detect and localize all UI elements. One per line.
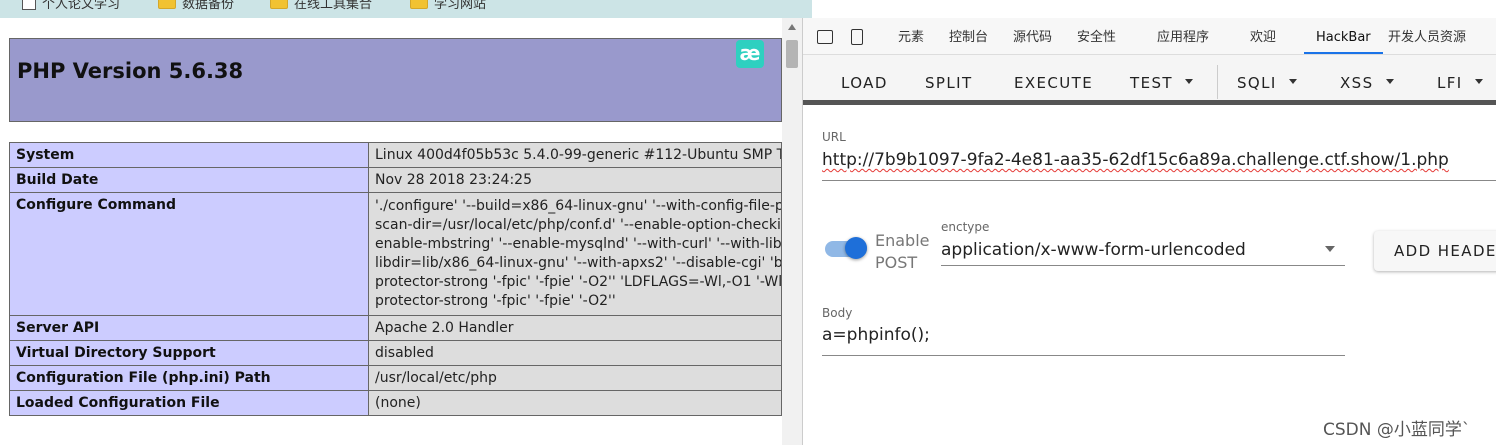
table-row: System Linux 400d4f05b53c 5.4.0-99-gener… bbox=[9, 142, 782, 168]
xss-label: XSS bbox=[1340, 74, 1374, 92]
device-toolbar-icon[interactable] bbox=[851, 29, 863, 45]
configure-line: protector-strong '-fpic' '-fpie' '-O2'' … bbox=[375, 274, 781, 290]
table-row: Build Date Nov 28 2018 23:24:25 bbox=[9, 167, 782, 193]
select-arrow-icon[interactable] bbox=[1325, 246, 1335, 252]
tab-developer-resources[interactable]: 开发人员资源 bbox=[1388, 18, 1466, 54]
enctype-label: enctype bbox=[941, 220, 990, 234]
configure-line: libdir=lib/x86_64-linux-gnu' '--with-apx… bbox=[375, 255, 781, 271]
devtools-panel: 元素 控制台 源代码 安全性 应用程序 欢迎 HackBar 开发人员资源 LO… bbox=[802, 18, 1496, 445]
body-text: a=phpinfo(); bbox=[822, 325, 930, 345]
enctype-underline bbox=[941, 265, 1345, 266]
bookmark-folder[interactable]: 学习网站 bbox=[410, 0, 486, 12]
page-scrollbar[interactable] bbox=[782, 18, 802, 445]
configure-line: protector-strong '-fpic' '-fpie' '-O2'' bbox=[375, 293, 616, 309]
table-row: Configure Command './configure' '--build… bbox=[9, 192, 782, 316]
row-key: Virtual Directory Support bbox=[9, 340, 369, 366]
enable-post-toggle[interactable] bbox=[825, 237, 867, 259]
add-header-button[interactable]: ADD HEADER bbox=[1374, 231, 1496, 271]
body-label: Body bbox=[822, 306, 853, 320]
row-value: Linux 400d4f05b53c 5.4.0-99-generic #112… bbox=[368, 142, 782, 168]
scroll-up-arrow-icon[interactable] bbox=[788, 24, 796, 30]
table-row: Virtual Directory Support disabled bbox=[9, 340, 782, 366]
test-dropdown[interactable]: TEST bbox=[1130, 74, 1193, 92]
table-row: Loaded Configuration File (none) bbox=[9, 390, 782, 416]
xss-dropdown[interactable]: XSS bbox=[1340, 74, 1394, 92]
phpinfo-page: PHP Version 5.6.38 æ System Linux 400d4f… bbox=[0, 18, 782, 445]
row-value: Nov 28 2018 23:24:25 bbox=[368, 167, 782, 193]
folder-icon bbox=[410, 0, 428, 9]
devtools-tabbar: 元素 控制台 源代码 安全性 应用程序 欢迎 HackBar 开发人员资源 bbox=[803, 18, 1496, 55]
split-button[interactable]: SPLIT bbox=[925, 74, 973, 92]
tab-security[interactable]: 安全性 bbox=[1077, 18, 1116, 54]
configure-line: enable-mbstring' '--enable-mysqlnd' '--w… bbox=[375, 236, 782, 252]
folder-icon bbox=[158, 0, 176, 9]
caret-down-icon bbox=[1385, 79, 1394, 84]
table-row: Configuration File (php.ini) Path /usr/l… bbox=[9, 365, 782, 391]
bookmark-folder[interactable]: 数据备份 bbox=[158, 0, 234, 12]
bookmarks-bar: 个人论文学习 数据备份 在线工具集合 学习网站 bbox=[0, 0, 812, 18]
bookmark-item[interactable]: 个人论文学习 bbox=[22, 0, 120, 12]
row-key: Configuration File (php.ini) Path bbox=[9, 365, 369, 391]
table-row: Server API Apache 2.0 Handler bbox=[9, 315, 782, 341]
enctype-select[interactable]: application/x-www-form-urlencoded bbox=[941, 240, 1246, 260]
row-value: /usr/local/etc/php bbox=[368, 365, 782, 391]
phpinfo-table: System Linux 400d4f05b53c 5.4.0-99-gener… bbox=[9, 142, 782, 416]
caret-down-icon bbox=[1288, 79, 1297, 84]
configure-line: './configure' '--build=x86_64-linux-gnu'… bbox=[375, 198, 782, 214]
caret-down-icon bbox=[1184, 79, 1193, 84]
inspect-element-icon[interactable] bbox=[817, 30, 833, 44]
body-underline bbox=[822, 355, 1345, 356]
body-input[interactable]: a=phpinfo(); bbox=[822, 325, 930, 345]
test-label: TEST bbox=[1130, 74, 1173, 92]
row-value: Apache 2.0 Handler bbox=[368, 315, 782, 341]
tab-console[interactable]: 控制台 bbox=[949, 18, 988, 54]
row-key: Loaded Configuration File bbox=[9, 390, 369, 416]
row-value: disabled bbox=[368, 340, 782, 366]
lfi-dropdown[interactable]: LFI bbox=[1437, 74, 1483, 92]
tab-sources[interactable]: 源代码 bbox=[1013, 18, 1052, 54]
document-icon bbox=[22, 0, 36, 10]
extension-logo-icon[interactable]: æ bbox=[736, 40, 764, 68]
hackbar-toolbar: LOAD SPLIT EXECUTE TEST SQLI XSS LFI bbox=[803, 55, 1496, 105]
bookmark-folder[interactable]: 在线工具集合 bbox=[270, 0, 372, 12]
folder-icon bbox=[270, 0, 288, 9]
sqli-label: SQLI bbox=[1237, 74, 1277, 92]
execute-button[interactable]: EXECUTE bbox=[1014, 74, 1093, 92]
row-key: Build Date bbox=[9, 167, 369, 193]
enable-post-label: Enable POST bbox=[875, 231, 930, 272]
tab-hackbar[interactable]: HackBar bbox=[1304, 18, 1383, 54]
url-underline bbox=[822, 180, 1496, 181]
row-value: './configure' '--build=x86_64-linux-gnu'… bbox=[368, 192, 782, 316]
sqli-dropdown[interactable]: SQLI bbox=[1237, 74, 1297, 92]
row-key: System bbox=[9, 142, 369, 168]
tab-elements[interactable]: 元素 bbox=[898, 18, 924, 54]
watermark: CSDN @小蓝同学` bbox=[1323, 420, 1471, 440]
php-version-header: PHP Version 5.6.38 æ bbox=[9, 38, 782, 122]
url-input[interactable]: http://7b9b1097-9fa2-4e81-aa35-62df15c6a… bbox=[822, 150, 1449, 170]
row-value: (none) bbox=[368, 390, 782, 416]
url-label: URL bbox=[822, 130, 846, 144]
caret-down-icon bbox=[1474, 79, 1483, 84]
toolbar-divider bbox=[1217, 65, 1218, 99]
toggle-knob[interactable] bbox=[845, 237, 867, 259]
configure-line: scan-dir=/usr/local/etc/php/conf.d' '--e… bbox=[375, 217, 781, 233]
tab-welcome[interactable]: 欢迎 bbox=[1250, 18, 1276, 54]
tab-application[interactable]: 应用程序 bbox=[1157, 18, 1209, 54]
lfi-label: LFI bbox=[1437, 74, 1463, 92]
row-key: Configure Command bbox=[9, 192, 369, 316]
scroll-thumb[interactable] bbox=[786, 40, 798, 68]
load-button[interactable]: LOAD bbox=[841, 74, 888, 92]
page-title: PHP Version 5.6.38 bbox=[17, 59, 244, 83]
row-key: Server API bbox=[9, 315, 369, 341]
